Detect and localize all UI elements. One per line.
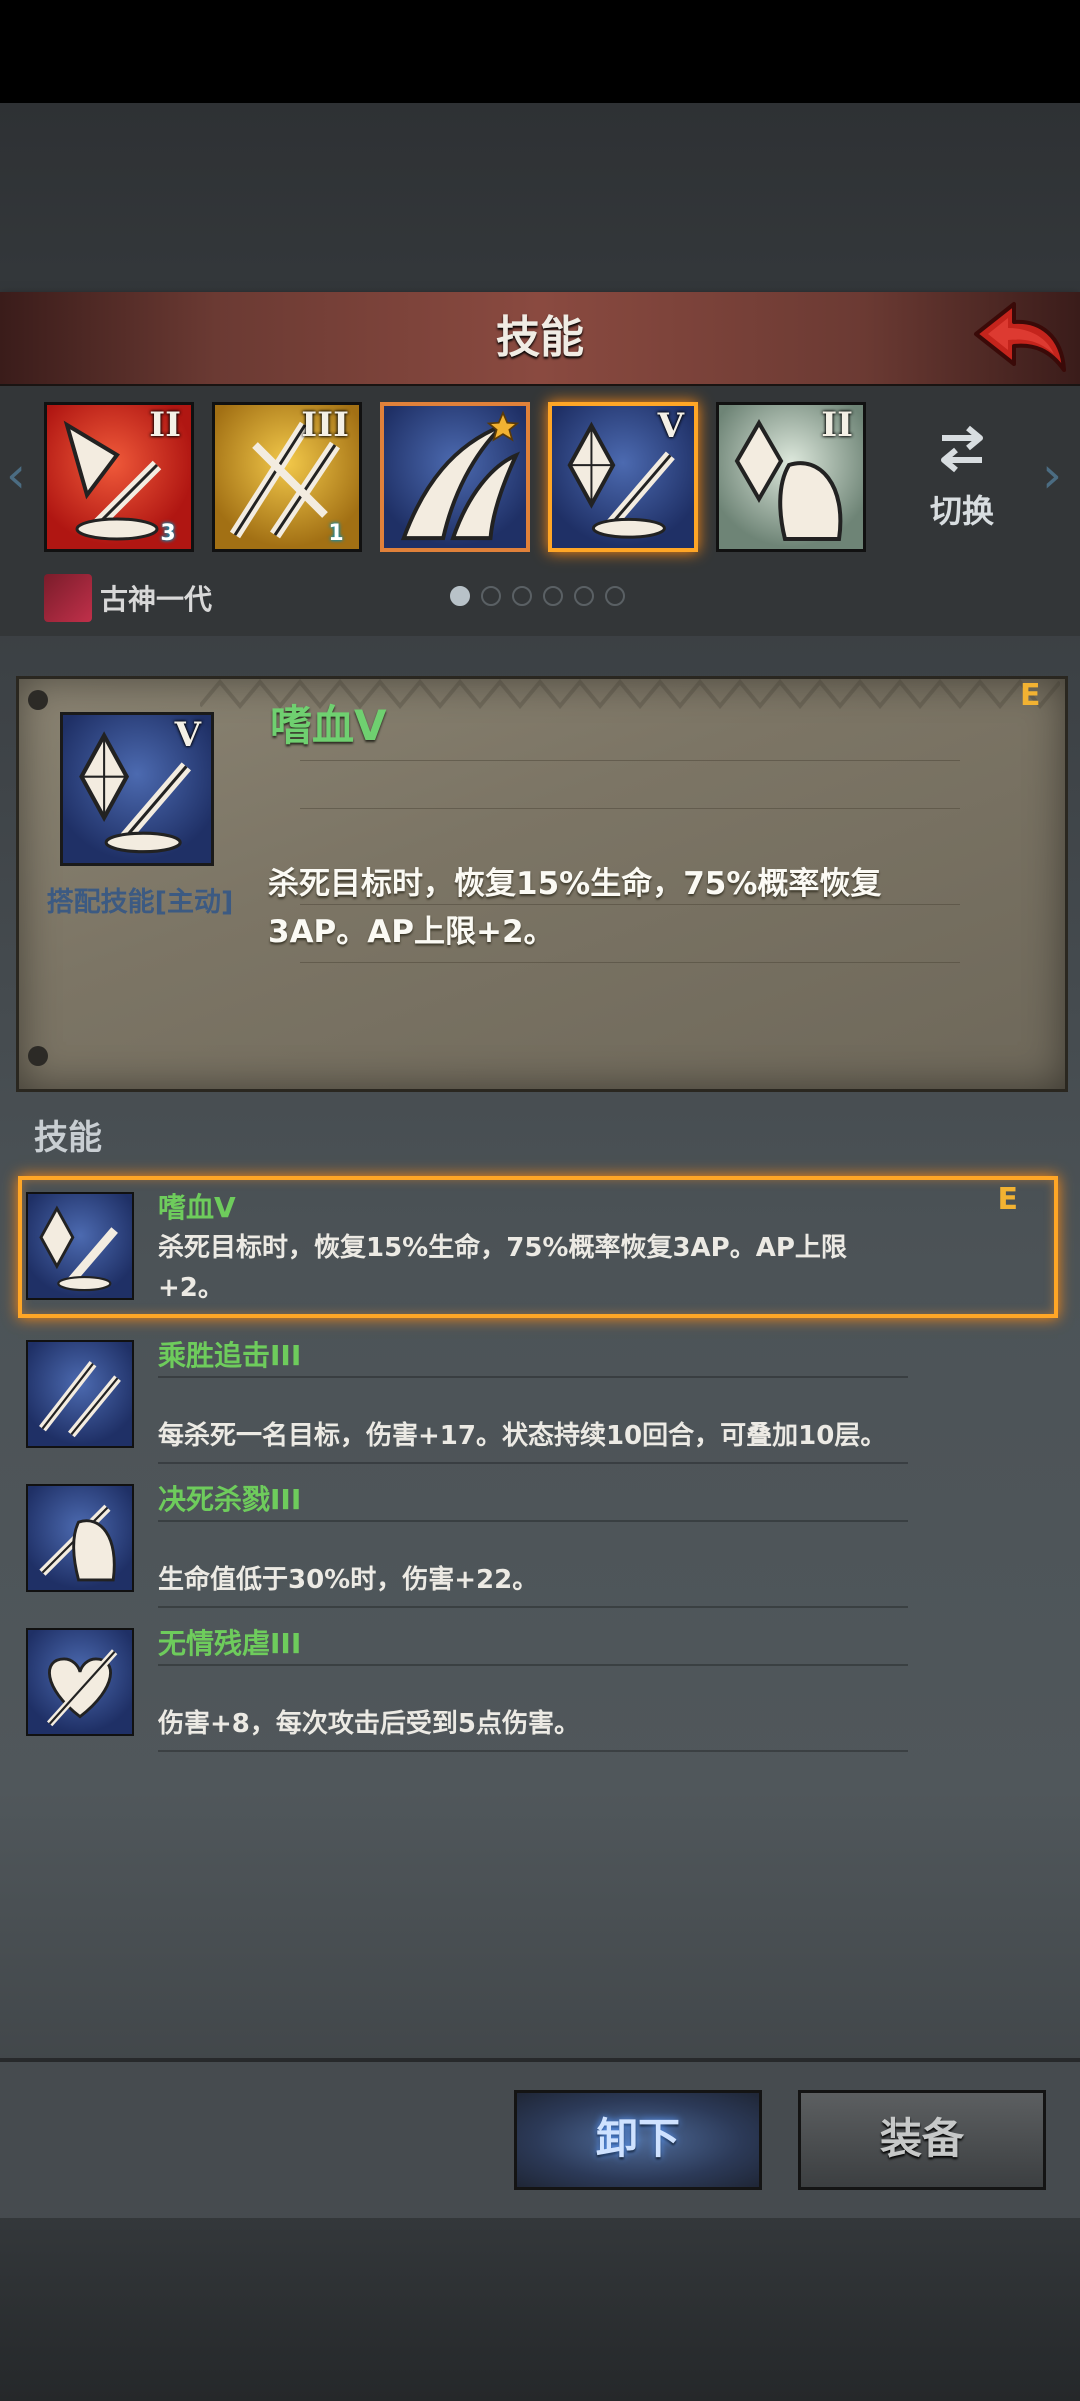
divider [158,1606,908,1608]
broken-heart-sword-icon [26,1628,134,1736]
divider [158,1520,908,1522]
detail-skill-title: 嗜血V [270,701,387,750]
divider [300,808,960,809]
strip-prev-icon[interactable]: ‹ [6,450,36,500]
swap-arrows-icon [941,425,983,473]
grade-badge: E [997,1182,1019,1217]
page-dot [574,586,594,606]
skill-list-title: 无情残虐III [158,1627,302,1660]
strip-next-icon[interactable]: › [1042,450,1072,500]
skill-rank: II [821,405,853,445]
divider [158,1376,908,1378]
skill-slot-4-selected[interactable]: V [548,402,698,552]
detail-skill-description: 杀死目标时，恢复15%生命，75%概率恢复3AP。AP上限+2。 [268,866,882,950]
skill-list-item[interactable]: 无情残虐III 伤害+8，每次攻击后受到5点伤害。 [20,1618,1060,1758]
divider [158,1750,908,1752]
page-dot [512,586,532,606]
divider [300,760,960,761]
page-dot [481,586,501,606]
gem-count-badge: 1 [328,521,344,546]
divider [158,1462,908,1464]
rivet-icon [28,690,48,710]
page-dot [450,586,470,606]
skill-list-item[interactable]: 决死杀戮III 生命值低于30%时，伤害+22。 [20,1474,1060,1614]
equip-button[interactable]: 装备 [798,2090,1046,2190]
unload-button[interactable]: 卸下 [514,2090,762,2190]
skill-list-title: 嗜血V [158,1191,236,1224]
skill-rank: V [657,406,684,446]
skill-list-description: 每杀死一名目标，伤害+17。状态持续10回合，可叠加10层。 [158,1421,887,1451]
hero-avatar [44,574,92,622]
bottom-backdrop [0,2213,1080,2401]
skill-slot-5[interactable]: II [716,402,866,552]
skill-list-title: 决死杀戮III [158,1483,302,1516]
skill-list-item[interactable]: 乘胜追击III 每杀死一名目标，伤害+17。状态持续10回合，可叠加10层。 [20,1330,1060,1470]
skill-rank: III [301,405,349,445]
status-bar-area [0,0,1080,103]
skill-slot-2[interactable]: III 1 [212,402,362,552]
page-indicator [450,586,636,610]
favorite-star-icon [486,410,520,442]
skill-rank: V [174,715,201,755]
skill-list-item[interactable]: 嗜血V E 杀死目标时，恢复15%生命，75%概率恢复3AP。AP上限+2。 [20,1176,1060,1318]
detail-grade-badge: E [1020,678,1041,713]
skill-slot-3[interactable] [380,402,530,552]
skill-list-description: 杀死目标时，恢复15%生命，75%概率恢复3AP。AP上限+2。 [158,1233,847,1303]
switch-label: 切换 [929,492,994,530]
skill-slot-1[interactable]: II 3 [44,402,194,552]
skill-list-heading: 技能 [34,1118,102,1158]
back-button[interactable] [968,296,1068,380]
page-dot [605,586,625,606]
skill-type-caption: 搭配技能[主动] [46,887,234,918]
hero-name: 古神一代 [100,583,213,616]
bloodlust-crystal-icon [26,1192,134,1300]
divider [158,1664,908,1666]
twin-swords-icon [26,1340,134,1448]
detail-skill-icon: V [60,712,214,866]
skill-rank: II [149,405,181,445]
sword-fist-icon [26,1484,134,1592]
divider [300,962,960,963]
skill-list-description: 伤害+8，每次攻击后受到5点伤害。 [158,1709,580,1739]
page-title: 技能 [496,312,584,363]
gem-count-badge: 3 [160,521,176,546]
switch-button[interactable]: 切换 [912,420,1012,540]
back-arrow-icon [974,302,1066,372]
skill-list-title: 乘胜追击III [158,1339,302,1372]
rivet-icon [28,1046,48,1066]
page-dot [543,586,563,606]
skill-list-description: 生命值低于30%时，伤害+22。 [158,1565,539,1595]
